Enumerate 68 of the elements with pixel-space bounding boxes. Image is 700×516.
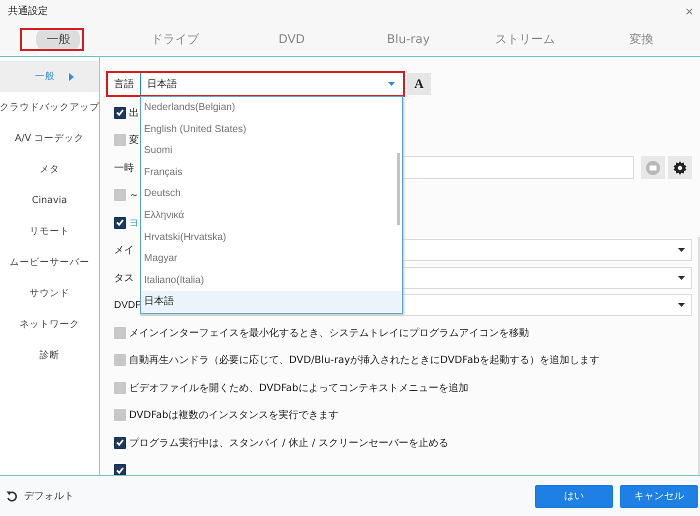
sidebar-item[interactable]: ネットワーク [0, 309, 99, 340]
undo-icon [6, 490, 18, 502]
field-label: メイ [113, 244, 135, 258]
field-label: DVDF [113, 300, 140, 311]
dropdown-option[interactable]: Hrvatski(Hrvatska) [141, 226, 402, 248]
checkbox[interactable] [114, 326, 126, 339]
sidebar-item[interactable]: 診断 [0, 340, 99, 371]
tab[interactable]: ストリーム [485, 28, 566, 50]
settings-icon [673, 160, 687, 175]
dropdown-option[interactable]: Ελληνικά [141, 204, 402, 227]
dropdown-option[interactable]: Français [141, 162, 402, 184]
sidebar-item[interactable]: ムービーサーバー [0, 247, 99, 278]
dropdown-arrow-icon [678, 248, 685, 252]
checkmark-icon [116, 219, 124, 226]
sidebar-item[interactable]: クラウドバックアップ [0, 92, 99, 123]
dropdown-option[interactable]: 日本語 [141, 291, 402, 313]
checkbox[interactable] [114, 382, 126, 394]
option-label: 自動再生ハンドラ（必要に応じて、DVD/Blu-rayが挿入されたときにDVDFabを起動する）を追加します [129, 354, 600, 368]
close-button[interactable]: × [682, 4, 696, 18]
tab[interactable]: Blu-ray [376, 29, 440, 49]
sidebar-item[interactable]: A/V コーデック [0, 123, 99, 154]
sidebar-item[interactable]: Cinavia [0, 185, 99, 216]
option-label: ビデオファイルを開くため、DVDFabによってコンテキストメニューを追加 [129, 382, 468, 395]
checkbox[interactable] [114, 106, 126, 119]
dropdown-arrow-icon [388, 82, 395, 86]
folder-icon [646, 160, 660, 175]
checkbox[interactable] [114, 409, 126, 422]
settings-button[interactable] [668, 156, 692, 180]
tab[interactable]: 変換 [620, 28, 664, 50]
dropdown-option[interactable]: Nederlands(Belgian) [141, 97, 402, 119]
checkbox[interactable] [114, 436, 126, 449]
sidebar-item[interactable]: メタ [0, 154, 99, 185]
dropdown-option[interactable]: Magyar [141, 248, 402, 270]
checkbox[interactable] [114, 354, 126, 366]
checkbox[interactable] [114, 189, 126, 202]
option-label: 変 [129, 134, 139, 148]
dropdown-option[interactable]: Italiano(Italia) [141, 270, 402, 292]
font-button[interactable]: A [407, 73, 431, 95]
checkbox[interactable] [114, 134, 126, 146]
option-label: メインインターフェイスを最小化するとき、システムトレイにプログラムアイコンを移動 [129, 326, 529, 340]
option-label: 出 [129, 106, 139, 120]
sidebar-item[interactable]: リモート [0, 216, 99, 247]
tab[interactable]: DVD [268, 29, 315, 49]
window-title: 共通設定 [8, 4, 48, 18]
dropdown-option[interactable]: Suomi [141, 140, 402, 162]
dropdown-arrow-icon [678, 303, 685, 308]
option-label: ～ [129, 189, 139, 202]
cancel-button[interactable]: キャンセル [620, 484, 698, 508]
dropdown-option[interactable]: Deutsch [141, 183, 402, 205]
field-label: 一時 [113, 162, 135, 175]
link[interactable]: ヨ [129, 216, 139, 230]
checkbox[interactable] [114, 216, 126, 229]
option-label: DVDFabは複数のインスタンスを実行できます [129, 408, 338, 422]
dropdown-option[interactable]: English (United States) [141, 118, 402, 140]
checkmark-icon [116, 109, 124, 116]
scrollbar-thumb[interactable] [397, 153, 400, 225]
checkmark-icon [116, 439, 124, 446]
sidebar-item[interactable]: 一般 [0, 61, 99, 92]
option-label: プログラム実行中は、スタンバイ / 休止 / スクリーンセーバーを止める [129, 436, 448, 450]
checkbox[interactable] [114, 464, 126, 475]
tab[interactable]: ドライブ [141, 28, 209, 50]
sidebar-item[interactable]: サウンド [0, 278, 99, 309]
default-button[interactable]: デフォルト [6, 489, 74, 503]
ok-button[interactable]: はい [535, 484, 613, 508]
field-label: タス [113, 272, 135, 285]
caret-icon [69, 72, 74, 80]
field-label: 言語 [113, 78, 135, 91]
dropdown-arrow-icon [678, 276, 685, 280]
